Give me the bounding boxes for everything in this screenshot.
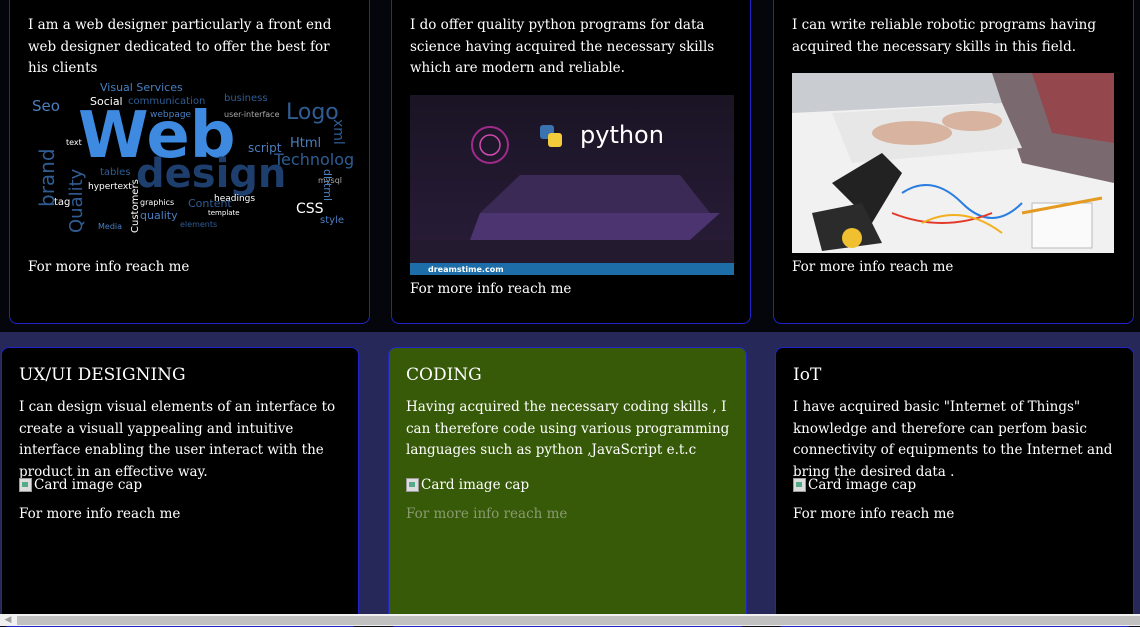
svg-text:graphics: graphics: [140, 198, 174, 207]
python-logo-text: python: [580, 121, 664, 149]
scroll-left-arrow-icon[interactable]: ◀: [2, 614, 14, 626]
watermark-text: dreamstime.com: [428, 265, 504, 274]
svg-text:design: design: [136, 151, 286, 197]
image-alt-text: Card image cap: [421, 477, 530, 493]
image-alt-text: Card image cap: [34, 477, 143, 493]
card-image: Card image cap: [406, 477, 529, 493]
horizontal-scrollbar[interactable]: ◀: [0, 614, 1140, 626]
more-info-text: For more info reach me: [792, 259, 954, 275]
card-title: CODING: [406, 365, 482, 385]
card-title: IoT: [793, 365, 822, 385]
card-text: I have acquired basic "Internet of Thing…: [793, 399, 1113, 480]
svg-text:tables: tables: [100, 167, 131, 178]
svg-text:Media: Media: [98, 222, 122, 231]
svg-text:template: template: [208, 209, 240, 217]
svg-text:hypertext: hypertext: [88, 182, 132, 192]
python-card: I do offer quality python programs for d…: [391, 0, 751, 324]
card-title: UX/UI DESIGNING: [19, 365, 186, 385]
card-text: Having acquired the necessary coding ski…: [406, 399, 730, 458]
svg-text:Customers: Customers: [130, 179, 141, 233]
svg-text:xml: xml: [330, 119, 346, 145]
iot-card: IoT I have acquired basic "Internet of T…: [775, 347, 1134, 627]
robot-arm-photo: [792, 73, 1114, 253]
svg-text:brand: brand: [35, 148, 59, 207]
svg-text:Html: Html: [290, 136, 321, 151]
svg-text:Visual Services: Visual Services: [100, 81, 183, 94]
svg-text:Quality: Quality: [66, 168, 87, 233]
svg-text:quality: quality: [140, 209, 178, 222]
broken-image-icon: [19, 478, 32, 492]
ux-ui-card: UX/UI DESIGNING I can design visual elem…: [1, 347, 359, 627]
svg-text:style: style: [320, 215, 344, 226]
svg-text:text: text: [66, 138, 82, 147]
svg-text:elements: elements: [180, 220, 217, 229]
more-info-text: For more info reach me: [28, 259, 190, 275]
card-image: Card image cap: [793, 477, 916, 493]
scrollbar-thumb[interactable]: [17, 616, 1140, 625]
svg-text:Technologies: Technologies: [273, 150, 353, 169]
more-info-text: For more info reach me: [410, 281, 572, 297]
broken-image-icon: [406, 478, 419, 492]
python-laptop-image: python dreamstime.com: [410, 95, 734, 275]
robotics-card: I can write reliable robotic programs ha…: [773, 0, 1134, 324]
broken-image-icon: [793, 478, 806, 492]
svg-text:dhtml: dhtml: [321, 169, 334, 201]
more-info-text: For more info reach me: [19, 506, 181, 522]
svg-text:Seo: Seo: [32, 97, 60, 115]
web-design-word-cloud-image: Visual Services Seo Social communication…: [28, 77, 353, 243]
card-text: I am a web designer particularly a front…: [28, 17, 332, 76]
svg-text:script: script: [248, 141, 282, 155]
card-text: I do offer quality python programs for d…: [410, 17, 715, 76]
image-alt-text: Card image cap: [808, 477, 917, 493]
card-text: I can design visual elements of an inter…: [19, 399, 336, 480]
coding-card: CODING Having acquired the necessary cod…: [388, 347, 747, 627]
more-info-text: For more info reach me: [406, 506, 568, 522]
web-design-card: I am a web designer particularly a front…: [9, 0, 370, 324]
more-info-text: For more info reach me: [793, 506, 955, 522]
card-text: I can write reliable robotic programs ha…: [792, 17, 1096, 55]
card-image: Card image cap: [19, 477, 142, 493]
